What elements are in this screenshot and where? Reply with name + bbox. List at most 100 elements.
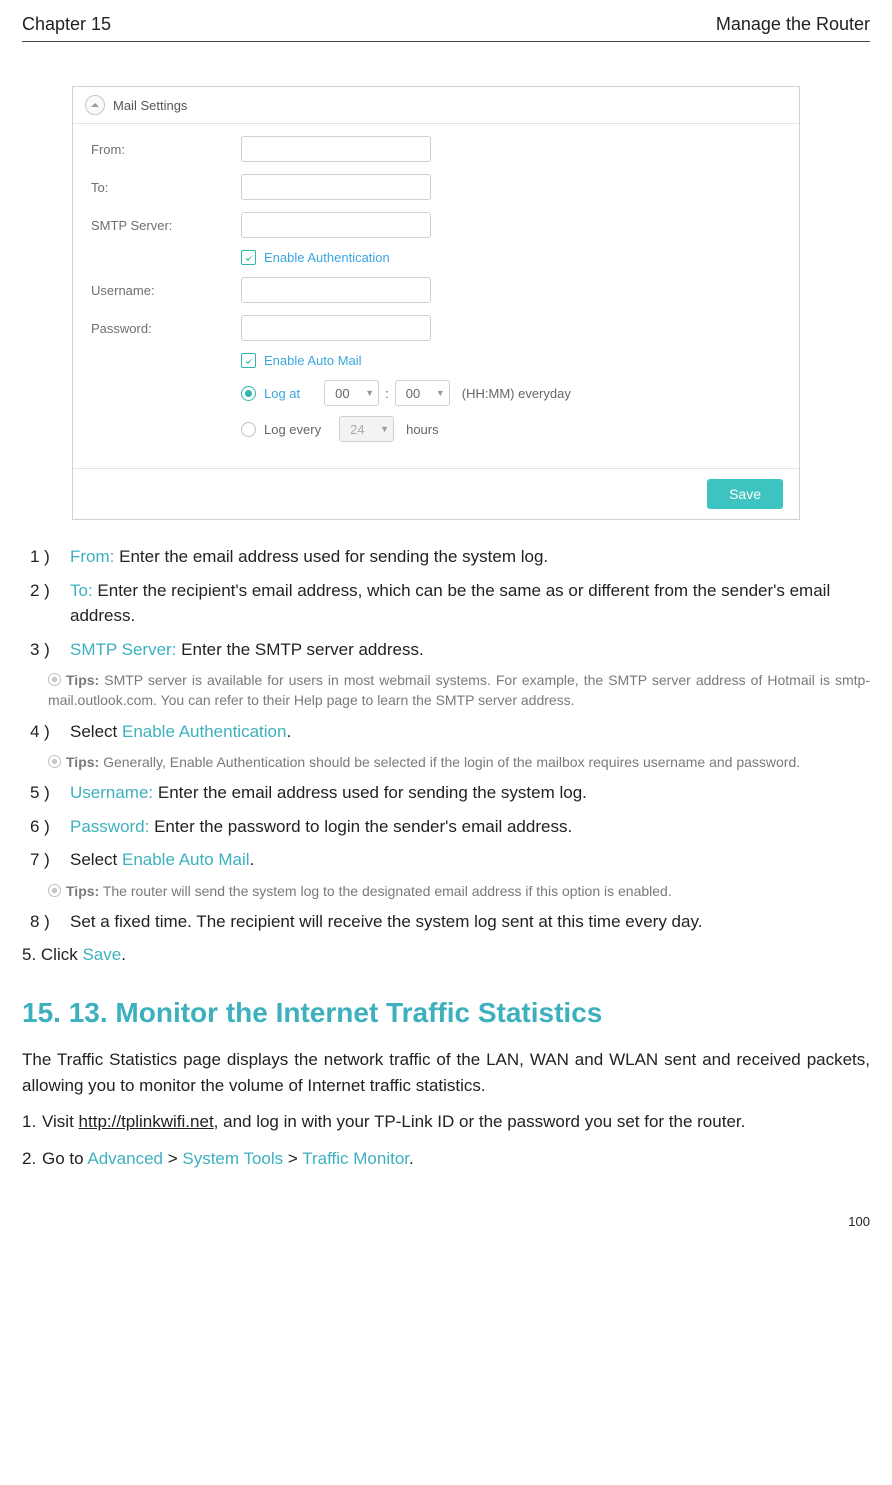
log-every-label: Log every (264, 422, 321, 437)
panel-title: Mail Settings (113, 98, 187, 113)
tips-label: Tips: (48, 754, 99, 770)
page-title: Manage the Router (716, 14, 870, 35)
tips-label: Tips: (48, 883, 99, 899)
substep-3: 3 ) SMTP Server: Enter the SMTP server a… (30, 637, 870, 663)
substep-8: 8 ) Set a fixed time. The recipient will… (30, 909, 870, 935)
from-label: From: (91, 142, 241, 157)
step-num: 1. (22, 1109, 42, 1135)
substep-text: Select (70, 850, 122, 869)
substep-text: Select (70, 722, 122, 741)
password-input[interactable] (241, 315, 431, 341)
collapse-icon[interactable] (85, 95, 105, 115)
substep-text: Enter the recipient's email address, whi… (70, 581, 830, 626)
substep-label: Enable Authentication (122, 722, 286, 741)
chevron-down-icon: ▼ (365, 388, 374, 398)
minute-value: 00 (406, 386, 420, 401)
substep-num: 6 ) (30, 814, 70, 840)
enable-automail-checkbox[interactable] (241, 353, 256, 368)
substep-num: 3 ) (30, 637, 70, 663)
substep-text: Enter the SMTP server address. (176, 640, 423, 659)
log-at-label: Log at (264, 386, 300, 401)
substep-num: 8 ) (30, 909, 70, 935)
substep-6: 6 ) Password: Enter the password to logi… (30, 814, 870, 840)
substep-text: . (250, 850, 255, 869)
separator: > (163, 1149, 182, 1168)
step-text: . (409, 1149, 414, 1168)
every-spinner[interactable]: 24 ▼ (339, 416, 394, 442)
smtp-label: SMTP Server: (91, 218, 241, 233)
nav-advanced: Advanced (87, 1149, 163, 1168)
header-rule (22, 41, 870, 42)
final-step-2: 2. Go to Advanced > System Tools > Traff… (22, 1146, 870, 1172)
hhmm-suffix: (HH:MM) everyday (462, 386, 571, 401)
every-unit: hours (406, 422, 439, 437)
substep-label: SMTP Server: (70, 640, 176, 659)
to-label: To: (91, 180, 241, 195)
tips-label: Tips: (48, 672, 99, 688)
mail-settings-panel: Mail Settings From: To: SMTP Server: (72, 86, 800, 520)
step-text: Go to (42, 1149, 87, 1168)
username-label: Username: (91, 283, 241, 298)
nav-traffic-monitor: Traffic Monitor (302, 1149, 409, 1168)
separator: > (283, 1149, 302, 1168)
substep-label: To: (70, 581, 93, 600)
substep-label: Password: (70, 817, 149, 836)
section-heading: 15. 13. Monitor the Internet Traffic Sta… (22, 997, 870, 1029)
substep-text: Set a fixed time. The recipient will rec… (70, 909, 870, 935)
substep-7: 7 ) Select Enable Auto Mail. (30, 847, 870, 873)
log-every-radio[interactable] (241, 422, 256, 437)
to-input[interactable] (241, 174, 431, 200)
outer-step-5: 5. Click Save. (22, 945, 870, 965)
step-text: . (121, 945, 126, 964)
substep-text: Enter the password to login the sender's… (149, 817, 572, 836)
enable-auth-label: Enable Authentication (264, 250, 390, 265)
step-num: 2. (22, 1146, 42, 1172)
substep-text: . (286, 722, 291, 741)
step-label: Save (82, 945, 121, 964)
page-number: 100 (0, 1200, 892, 1235)
minute-spinner[interactable]: 00 ▼ (395, 380, 450, 406)
section-paragraph: The Traffic Statistics page displays the… (22, 1047, 870, 1100)
password-label: Password: (91, 321, 241, 336)
enable-automail-label: Enable Auto Mail (264, 353, 362, 368)
chevron-down-icon: ▼ (436, 388, 445, 398)
hour-spinner[interactable]: 00 ▼ (324, 380, 379, 406)
substep-label: Username: (70, 783, 153, 802)
substep-4: 4 ) Select Enable Authentication. (30, 719, 870, 745)
tplinkwifi-link[interactable]: http://tplinkwifi.net (79, 1112, 214, 1131)
smtp-input[interactable] (241, 212, 431, 238)
substep-num: 5 ) (30, 780, 70, 806)
username-input[interactable] (241, 277, 431, 303)
step-text: Visit (42, 1112, 79, 1131)
colon-separator: : (385, 386, 389, 401)
substep-num: 2 ) (30, 578, 70, 629)
every-value: 24 (350, 422, 364, 437)
substep-2: 2 ) To: Enter the recipient's email addr… (30, 578, 870, 629)
tips-2: Tips: Generally, Enable Authentication s… (48, 752, 870, 772)
tips-1: Tips: SMTP server is available for users… (48, 670, 870, 711)
substep-num: 4 ) (30, 719, 70, 745)
from-input[interactable] (241, 136, 431, 162)
tips-text: Generally, Enable Authentication should … (99, 754, 800, 770)
substep-num: 1 ) (30, 544, 70, 570)
final-step-1: 1. Visit http://tplinkwifi.net, and log … (22, 1109, 870, 1135)
tips-text: The router will send the system log to t… (99, 883, 672, 899)
tips-text: SMTP server is available for users in mo… (48, 672, 870, 708)
substep-text: Enter the email address used for sending… (153, 783, 587, 802)
save-button[interactable]: Save (707, 479, 783, 509)
substep-label: Enable Auto Mail (122, 850, 250, 869)
chapter-label: Chapter 15 (22, 14, 111, 35)
enable-auth-checkbox[interactable] (241, 250, 256, 265)
substep-label: From: (70, 547, 114, 566)
substep-num: 7 ) (30, 847, 70, 873)
step-text: , and log in with your TP-Link ID or the… (214, 1112, 746, 1131)
chevron-down-icon: ▼ (380, 424, 389, 434)
tips-3: Tips: The router will send the system lo… (48, 881, 870, 901)
substep-1: 1 ) From: Enter the email address used f… (30, 544, 870, 570)
nav-system-tools: System Tools (182, 1149, 283, 1168)
log-at-radio[interactable] (241, 386, 256, 401)
hour-value: 00 (335, 386, 349, 401)
step-text: 5. Click (22, 945, 82, 964)
substep-5: 5 ) Username: Enter the email address us… (30, 780, 870, 806)
substep-text: Enter the email address used for sending… (114, 547, 548, 566)
